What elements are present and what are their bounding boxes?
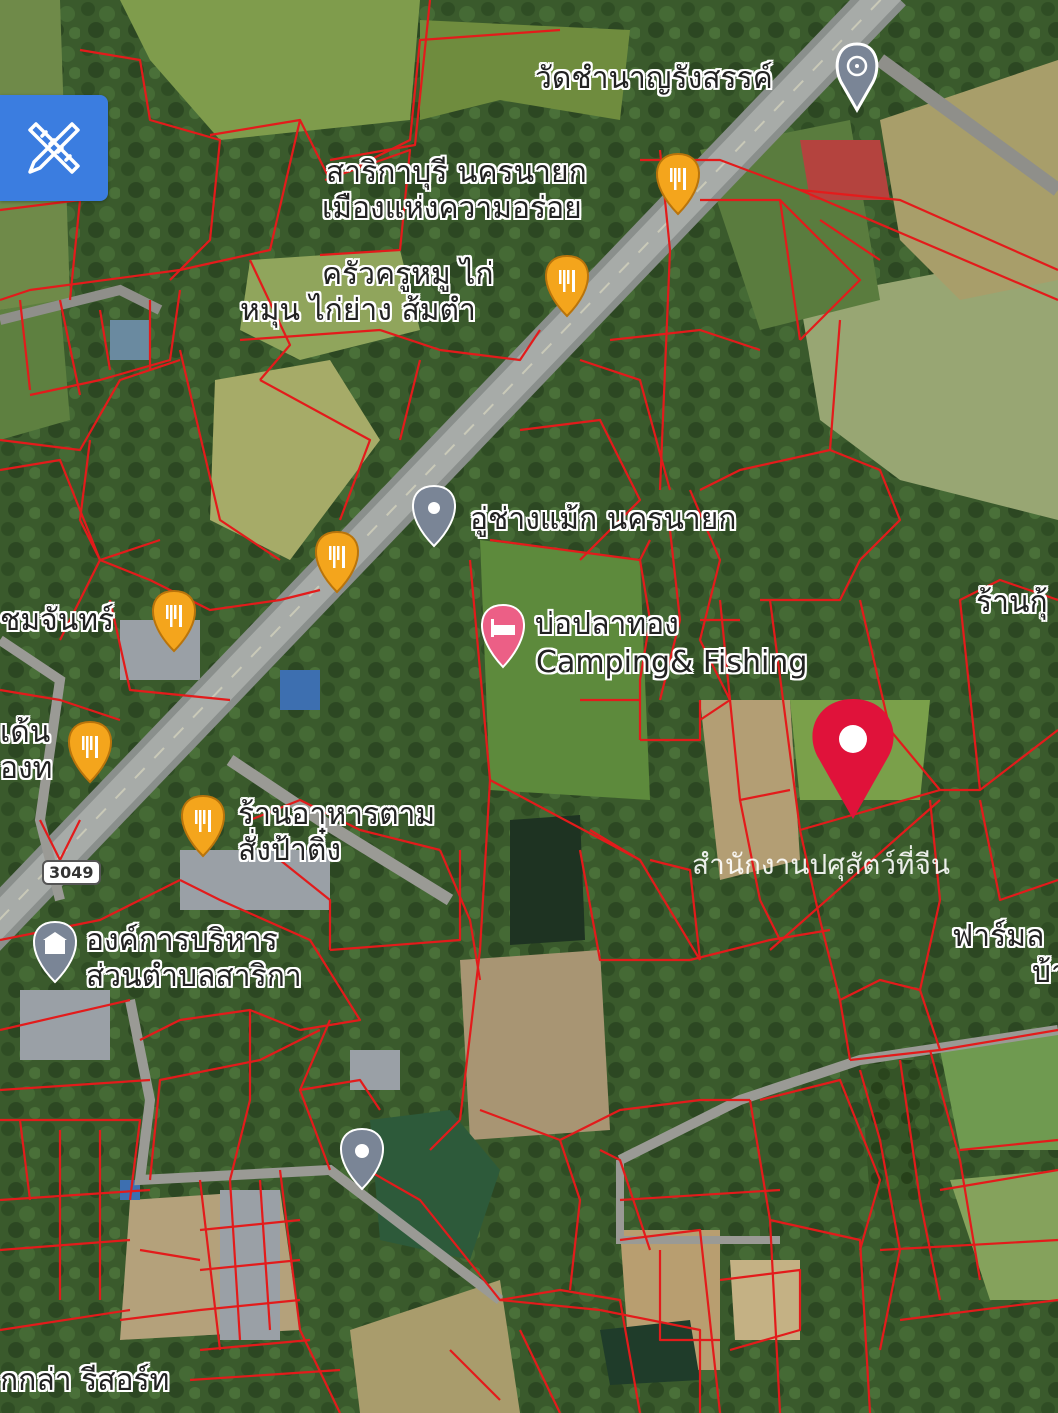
road-number-badge: 3049 — [42, 860, 101, 885]
org-label-line2[interactable]: ส่วนตำบลสาริกา — [86, 960, 302, 994]
den-label-line1[interactable]: เด้น — [0, 716, 50, 750]
farm-label-line2[interactable]: บ้า — [1032, 956, 1058, 990]
temple-label[interactable]: วัดชำนาญรังสรรค์ — [535, 62, 773, 96]
somjan-label[interactable]: ชมจันทร์ — [0, 604, 114, 638]
shop-label-right[interactable]: ร้านกุ้ — [976, 586, 1048, 620]
saraburi-label-line2[interactable]: เมืองแห่งความอร่อย — [322, 192, 582, 226]
faint-map-label: สำนักงานปศุสัตว์ที่จีน — [692, 848, 950, 881]
farm-label-line1[interactable]: ฟาร์มล — [952, 920, 1044, 954]
krua-label-line2[interactable]: หมุน ไก่ย่าง ส้มตำ — [240, 294, 476, 328]
resort-label[interactable]: กกล่า รีสอร์ท — [0, 1364, 169, 1398]
restaurant-label-line1[interactable]: ร้านอาหารตาม — [238, 798, 435, 832]
pond-label-line2[interactable]: Camping& Fishing — [536, 646, 807, 680]
restaurant-label-line2[interactable]: สั่งป้าติ๋ง — [238, 834, 341, 868]
ruler-pencil-icon — [28, 122, 80, 174]
org-label-line1[interactable]: องค์การบริหาร — [86, 924, 278, 958]
saraburi-label-line1[interactable]: สาริกาบุรี นครนายก — [326, 156, 587, 190]
den-label-line2[interactable]: องท — [0, 752, 52, 786]
garage-label[interactable]: อู่ช่างแม้ก นครนายก — [470, 503, 736, 537]
pond-label-line1[interactable]: บ่อปลาทอง — [535, 608, 679, 642]
measure-tool-button[interactable] — [0, 95, 108, 201]
krua-label-line1[interactable]: ครัวครูหมู ไก่ — [322, 258, 494, 292]
